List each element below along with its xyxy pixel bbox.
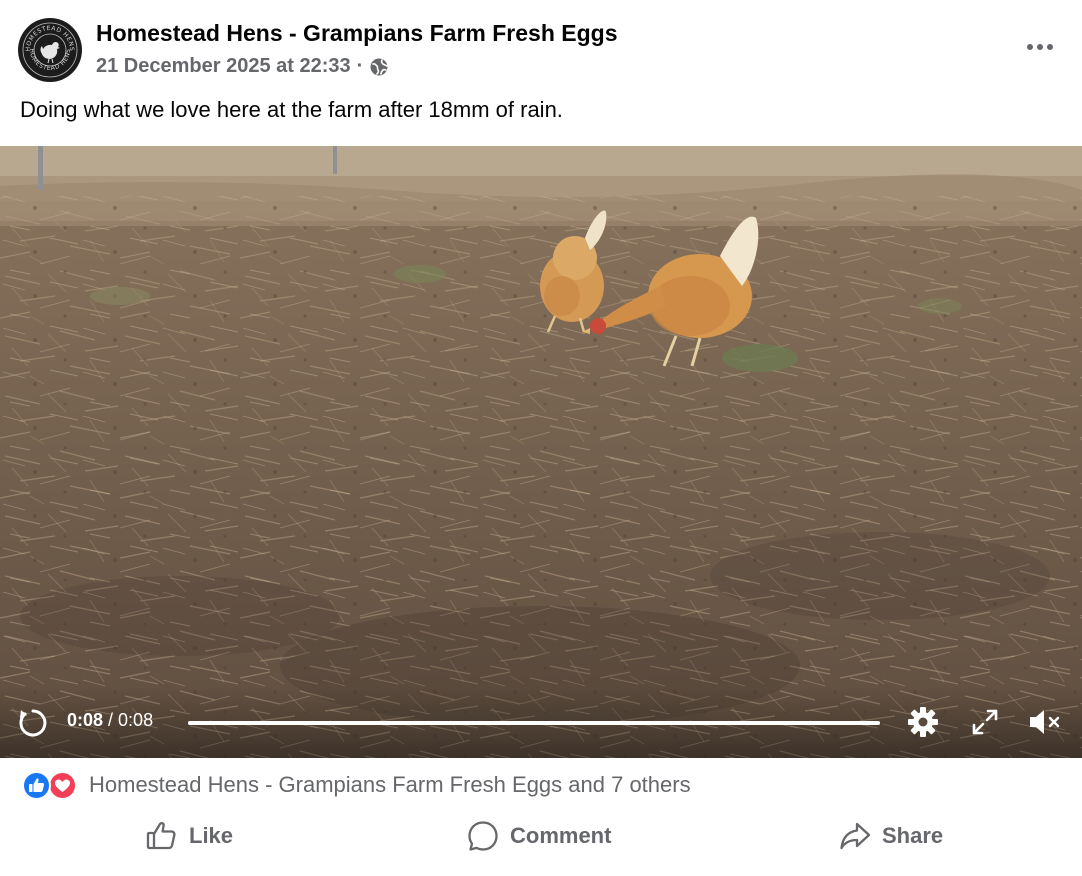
time-separator: /	[103, 710, 119, 730]
facebook-post: HOMESTEAD HENS HOMESTEAD HENS Homestead …	[0, 0, 1082, 876]
video-frame	[0, 146, 1082, 758]
meta-separator: ·	[356, 55, 364, 77]
share-label: Share	[882, 823, 944, 848]
homestead-hens-logo: HOMESTEAD HENS HOMESTEAD HENS	[20, 20, 80, 80]
share-button[interactable]: Share	[838, 808, 943, 864]
fullscreen-icon[interactable]	[968, 705, 1002, 739]
reactions-text[interactable]: Homestead Hens - Grampians Farm Fresh Eg…	[89, 772, 691, 798]
like-button[interactable]: Like	[145, 808, 233, 864]
page-avatar[interactable]: HOMESTEAD HENS HOMESTEAD HENS	[18, 18, 82, 82]
post-caption: Doing what we love here at the farm afte…	[20, 97, 563, 122]
progress-fill	[188, 721, 880, 725]
duration: 0:08	[118, 710, 154, 730]
video-time: 0:08 / 0:08	[67, 710, 153, 731]
comment-label: Comment	[510, 823, 612, 848]
current-time: 0:08	[67, 710, 104, 730]
share-arrow-icon	[840, 822, 871, 850]
replay-icon[interactable]	[16, 706, 50, 740]
globe-icon[interactable]	[369, 57, 389, 77]
progress-bar[interactable]	[188, 721, 880, 725]
page-name[interactable]: Homestead Hens - Grampians Farm Fresh Eg…	[96, 20, 618, 47]
volume-muted-icon[interactable]	[1026, 705, 1062, 739]
comment-bubble-icon	[468, 821, 498, 851]
like-label: Like	[189, 823, 234, 848]
reactions-summary[interactable]: Homestead Hens - Grampians Farm Fresh Eg…	[22, 770, 691, 800]
video-controls: 0:08 / 0:08	[0, 688, 1082, 758]
love-reaction-icon	[48, 771, 77, 800]
like-reaction-icon	[22, 771, 51, 800]
post-action-bar: Like Comment Share	[0, 808, 1082, 864]
post-meta: 21 December 2025 at 22:33 ·	[96, 55, 389, 78]
post-timestamp[interactable]: 21 December 2025 at 22:33	[96, 55, 351, 78]
more-horizontal-icon	[1027, 44, 1033, 50]
thumbs-up-icon	[146, 822, 176, 850]
gear-icon[interactable]	[905, 704, 941, 740]
reaction-icons	[22, 770, 82, 800]
comment-button[interactable]: Comment	[466, 808, 611, 864]
more-options-button[interactable]	[1020, 30, 1060, 64]
video-player[interactable]: 0:08 / 0:08	[0, 146, 1082, 758]
